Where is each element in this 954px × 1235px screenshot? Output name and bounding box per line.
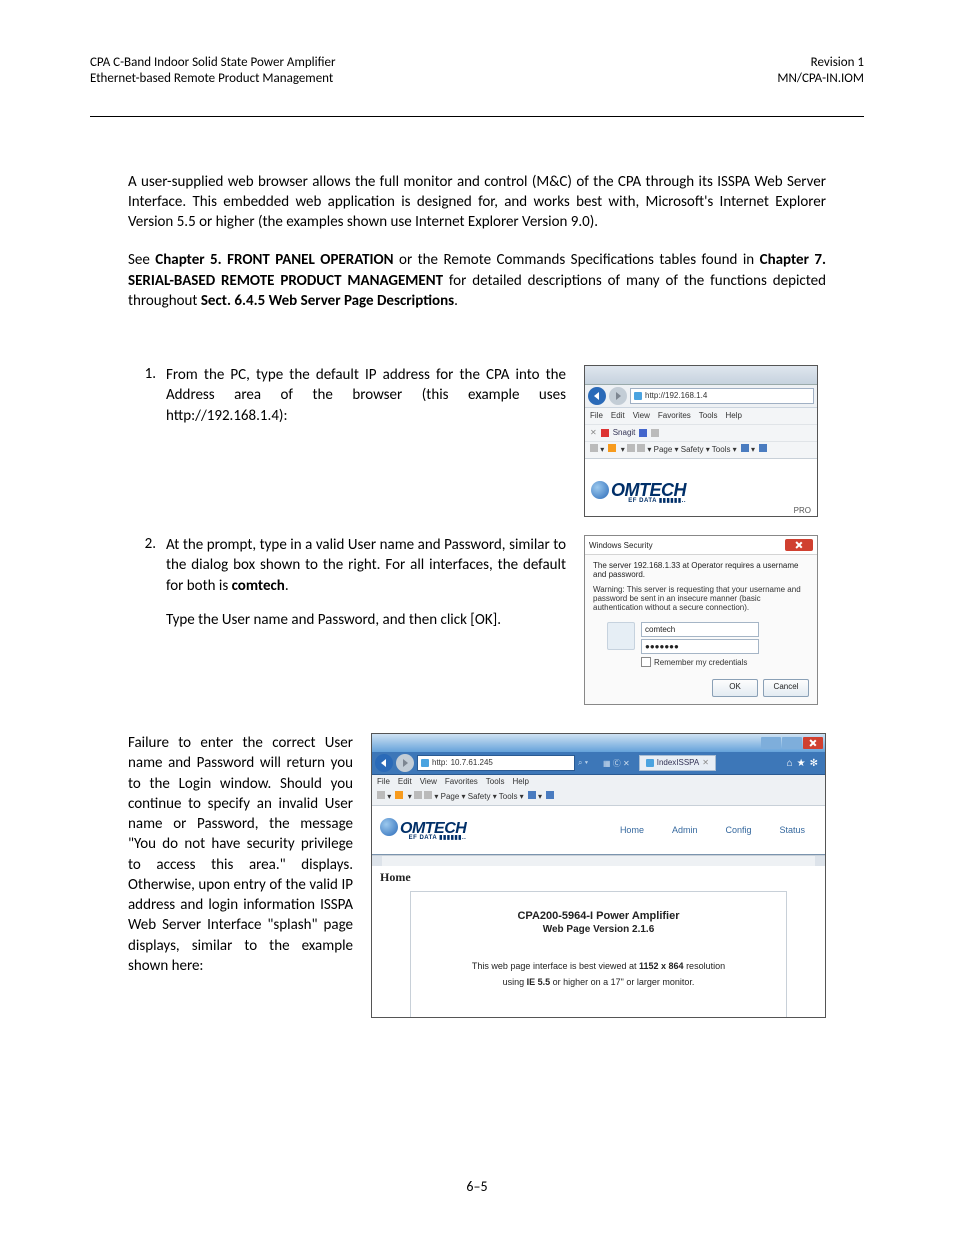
version-label: Web Page Version 2.1.6 [421,924,776,935]
snagit-icon [601,429,609,437]
home-heading: Home [380,870,817,885]
step-1: 1. From the PC, type the default IP addr… [128,365,826,517]
home-section: Home CPA200-5964-I Power Amplifier Web P… [372,866,825,1018]
page: CPA C-Band Indoor Solid State Power Ampl… [0,0,954,1235]
splash-card: CPA200-5964-I Power Amplifier Web Page V… [410,891,787,1018]
address-bar[interactable]: http://192.168.1.4 [630,388,814,404]
search-icon[interactable]: ⌕ ▾ [578,758,600,768]
maximize-button[interactable] [782,737,802,749]
minimize-button[interactable] [761,737,781,749]
header-subtitle: Ethernet-based Remote Product Management [90,71,336,87]
figure-windows-security: Windows Security The server 192.168.1.33… [584,535,818,705]
result-section: Failure to enter the correct User name a… [128,733,826,1018]
step-2-text-b: Type the User name and Password, and the… [166,610,566,630]
menu-tools[interactable]: Tools [699,411,718,420]
close-icon[interactable] [785,539,813,551]
back-button[interactable] [375,754,393,772]
menu-help[interactable]: Help [512,777,528,786]
globe-icon [380,818,398,836]
menu-file[interactable]: File [377,777,390,786]
app-banner: OMTECH EF DATA ▮▮▮▮▮▮.. Home Admin Confi… [372,806,825,855]
header-left: CPA C-Band Indoor Solid State Power Ampl… [90,55,336,88]
ie-command-bar: ▾ ▾ ▾ Page ▾ Safety ▾ Tools ▾ ▾ [372,789,825,806]
model-label: CPA200-5964-I Power Amplifier [421,910,776,922]
comtech-banner: OMTECH EF DATA ▮▮▮▮▮▮.. PRO [585,459,817,517]
result-paragraph: Failure to enter the correct User name a… [128,733,353,1018]
nav-home[interactable]: Home [620,825,644,835]
ie-page-icon [421,759,429,767]
globe-icon [591,481,609,499]
header-docid: MN/CPA-IN.IOM [777,71,864,87]
menu-favorites[interactable]: Favorites [445,777,478,786]
step-2-text-a: At the prompt, type in a valid User name… [166,535,566,596]
ie-menu-bar: File Edit View Favorites Tools Help [372,775,825,789]
remember-checkbox[interactable]: Remember my credentials [641,657,759,667]
header-revision: Revision 1 [777,55,864,71]
step-1-number: 1. [128,365,166,383]
forward-button[interactable] [609,387,627,405]
step-2: 2. At the prompt, type in a valid User n… [128,535,826,705]
dialog-title-bar: Windows Security [585,536,817,555]
dialog-warning: Warning: This server is requesting that … [593,585,809,612]
app-nav: Home Admin Config Status [620,825,805,835]
ok-button[interactable]: OK [712,679,758,697]
nav-config[interactable]: Config [725,825,751,835]
menu-tools[interactable]: Tools [486,777,505,786]
addon-icon [651,429,659,437]
dialog-message: The server 192.168.1.33 at Operator requ… [593,561,809,579]
ie-addon-row: ✕ Snagit [585,425,817,442]
window-title-bar [372,734,825,752]
step-2-number: 2. [128,535,166,553]
header-title: CPA C-Band Indoor Solid State Power Ampl… [90,55,336,71]
forward-button[interactable] [396,754,414,772]
figure-splash-page: http: 10.7.61.245 ⌕ ▾ ▦ Ⓒ ✕ IndexISSPA ✕ [371,733,826,1018]
title-icons: ⌂ ★ ✻ [787,758,818,769]
reference-paragraph: See Chapter 5. FRONT PANEL OPERATION or … [128,250,826,311]
addon-icon [639,429,647,437]
address-bar[interactable]: http: 10.7.61.245 [417,755,575,771]
menu-view[interactable]: View [633,411,650,420]
ie-page-icon [634,392,642,400]
menu-favorites[interactable]: Favorites [658,411,691,420]
dialog-title: Windows Security [589,541,653,550]
ie-nav-row: http: 10.7.61.245 ⌕ ▾ ▦ Ⓒ ✕ IndexISSPA ✕ [372,752,825,775]
content: A user-supplied web browser allows the f… [128,172,826,1019]
snagit-label: Snagit [613,425,636,441]
header-right: Revision 1 MN/CPA-IN.IOM [777,55,864,88]
tools-icon[interactable]: ✻ [810,758,818,769]
horizontal-scrollbar[interactable] [372,855,825,866]
intro-paragraph: A user-supplied web browser allows the f… [128,172,826,233]
step-1-text: From the PC, type the default IP address… [166,365,566,426]
browser-note: using IE 5.5 or higher on a 17" or large… [421,977,776,987]
browser-tab[interactable]: IndexISSPA ✕ [639,755,716,771]
tab-icon [646,759,654,767]
checkbox-icon[interactable] [641,657,651,667]
menu-view[interactable]: View [420,777,437,786]
username-input[interactable]: comtech [641,622,759,637]
menu-help[interactable]: Help [725,411,741,420]
pro-label: PRO [794,506,811,515]
avatar-icon [607,622,635,650]
menu-file[interactable]: File [590,411,603,420]
back-button[interactable] [588,387,606,405]
ie-menu-bar: File Edit View Favorites Tools Help [585,408,817,425]
menu-edit[interactable]: Edit [398,777,412,786]
cancel-button[interactable]: Cancel [763,679,809,697]
ie-title-bar [585,366,817,385]
password-input[interactable]: ●●●●●●● [641,639,759,654]
page-number: 6–5 [0,1178,954,1195]
header-rule [90,116,864,117]
nav-status[interactable]: Status [779,825,805,835]
ie-command-bar: ▾ ▾ ▾ Page ▾ Safety ▾ Tools ▾ ▾ [585,442,817,459]
home-icon[interactable]: ⌂ [787,758,793,769]
favorites-icon[interactable]: ★ [797,758,806,769]
resolution-note: This web page interface is best viewed a… [421,961,776,971]
tab-close-icon[interactable]: ✕ [702,757,709,769]
ie-nav-row: http://192.168.1.4 [585,385,817,408]
close-button[interactable] [803,737,823,749]
page-header: CPA C-Band Indoor Solid State Power Ampl… [90,55,864,88]
nav-admin[interactable]: Admin [672,825,698,835]
menu-edit[interactable]: Edit [611,411,625,420]
figure-browser-address: http://192.168.1.4 File Edit View Favorites… [584,365,818,517]
